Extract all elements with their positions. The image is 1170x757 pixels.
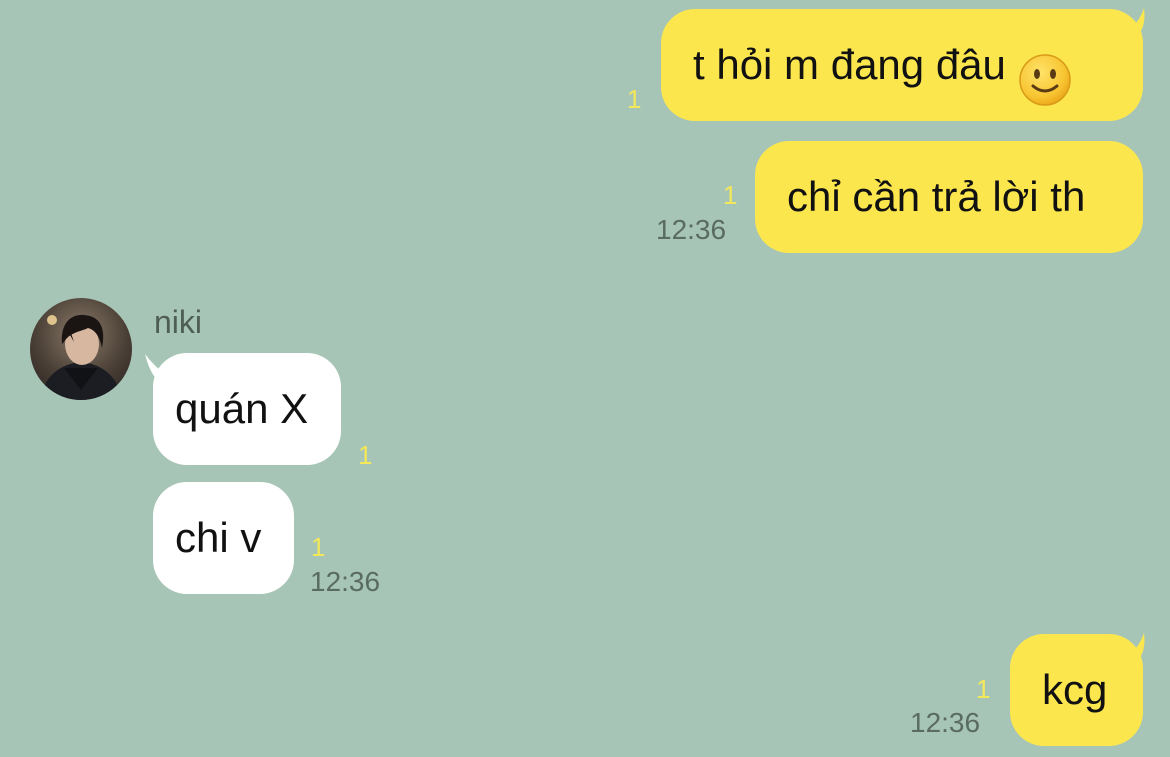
- unread-count: 1: [723, 180, 738, 210]
- message-time: 12:36: [910, 707, 981, 738]
- message-time: 12:36: [656, 214, 727, 245]
- message-text: chỉ cần trả lời th: [787, 173, 1086, 220]
- unread-count: 1: [627, 84, 642, 114]
- contact-avatar[interactable]: [30, 298, 132, 400]
- bubble-tail: [1108, 633, 1145, 667]
- sender-name: niki: [154, 304, 203, 340]
- message-bubble[interactable]: chỉ cần trả lời th: [755, 141, 1143, 253]
- unread-count: 1: [976, 674, 991, 704]
- unread-count: 1: [358, 440, 373, 470]
- bubble-tail: [1108, 8, 1145, 42]
- message-text: quán X: [175, 385, 309, 432]
- message-bubble[interactable]: chi v: [153, 482, 294, 594]
- message-time: 12:36: [310, 566, 381, 597]
- message-bubble[interactable]: quán X: [153, 353, 341, 465]
- avatar-image: [30, 298, 132, 400]
- message-text: kcg: [1042, 666, 1108, 713]
- unread-count: 1: [311, 532, 326, 562]
- message-text: chi v: [175, 514, 262, 561]
- slightly-smiling-face-icon: [1018, 37, 1072, 106]
- message-text: t hỏi m đang đâu: [693, 41, 1006, 88]
- message-bubble[interactable]: t hỏi m đang đâu: [661, 9, 1143, 121]
